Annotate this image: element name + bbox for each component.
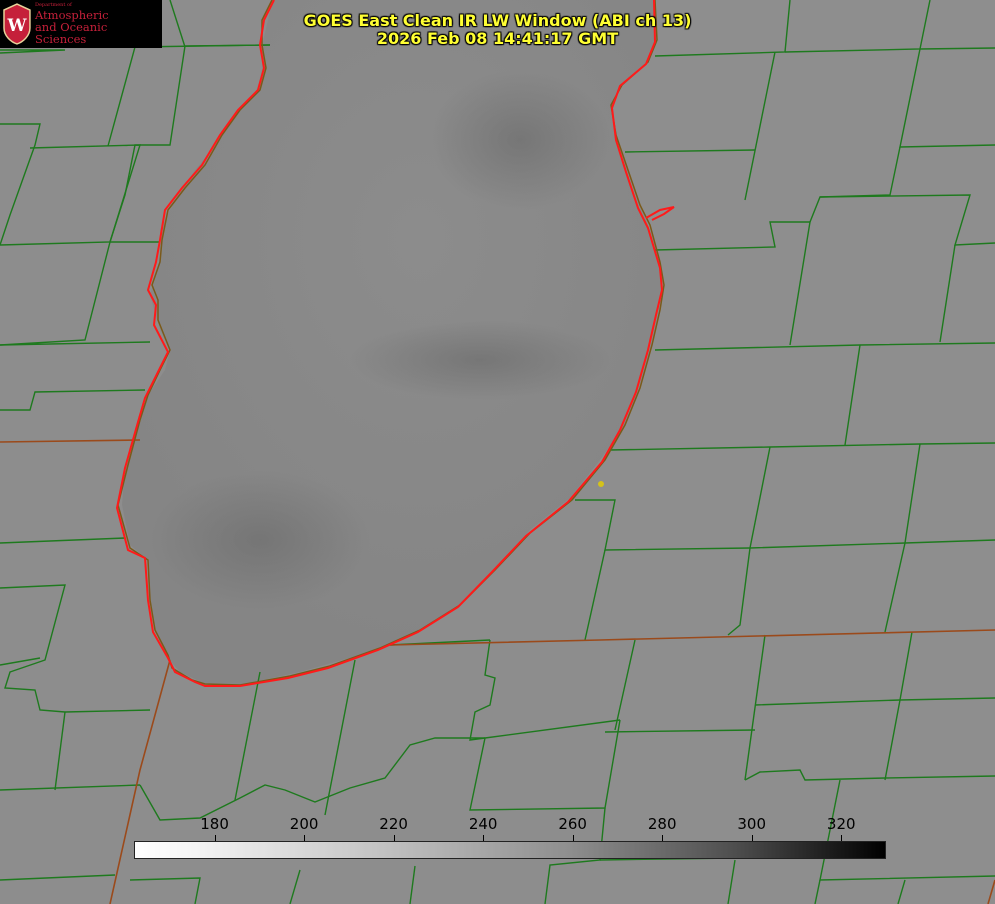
- colorbar-tick-label: 320: [826, 815, 856, 833]
- uw-aos-logo[interactable]: W Department of Atmospheric and Oceanic …: [0, 0, 162, 48]
- svg-text:W: W: [6, 15, 27, 35]
- colorbar-tick-mark: [751, 835, 753, 841]
- logo-line2: and Oceanic Sciences: [34, 19, 108, 46]
- colorbar-tick-mark: [304, 835, 306, 841]
- station-marker: [598, 481, 604, 487]
- colorbar-tick-mark: [662, 835, 664, 841]
- colorbar-tick-mark: [393, 835, 395, 841]
- colorbar-tick-mark: [841, 835, 843, 841]
- cloud-shade-1: [150, 470, 370, 610]
- satellite-map[interactable]: [0, 0, 995, 904]
- cloud-shade-2: [350, 320, 610, 400]
- colorbar-tick-mark: [214, 835, 216, 841]
- colorbar-tick-label: 260: [558, 815, 587, 833]
- colorbar-tick-label: 220: [379, 815, 408, 833]
- land-shade-east: [600, 0, 995, 904]
- colorbar-tick-label: 300: [737, 815, 767, 833]
- logo-line1: Atmospheric: [34, 7, 109, 22]
- logo-text: Department of Atmospheric and Oceanic Sc…: [34, 3, 162, 46]
- colorbar-tick-label: 280: [647, 815, 677, 833]
- colorbar-tick-mark: [572, 835, 574, 841]
- uw-crest-icon: W: [3, 3, 31, 45]
- colorbar-tick-label: 240: [468, 815, 498, 833]
- image-timestamp: 2026 Feb 08 14:41:17 GMT: [376, 29, 619, 48]
- colorbar-tick-label: 180: [200, 815, 229, 833]
- colorbar: [134, 841, 886, 859]
- colorbar-tick-label: 200: [289, 815, 319, 833]
- image-title: GOES East Clean IR LW Window (ABI ch 13): [303, 11, 692, 30]
- colorbar-tick-mark: [483, 835, 485, 841]
- cloud-shade-3: [430, 70, 610, 210]
